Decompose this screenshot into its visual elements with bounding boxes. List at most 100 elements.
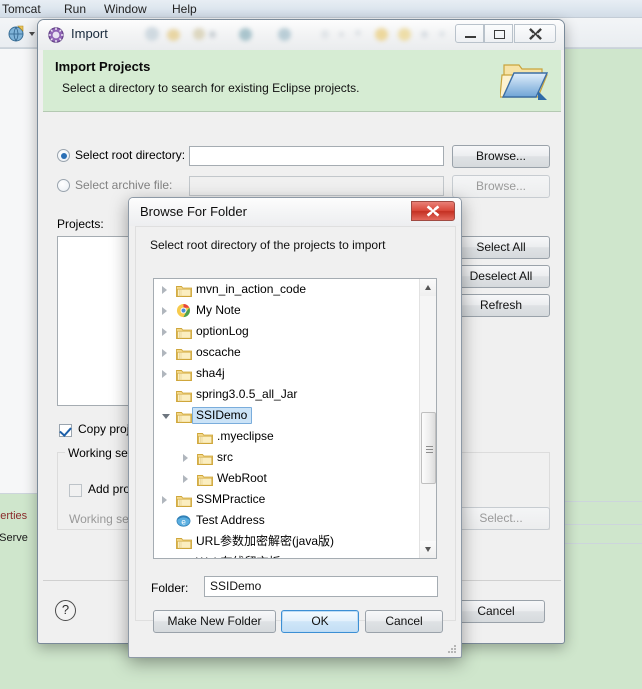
folder-icon: [197, 472, 213, 486]
maximize-icon: [494, 30, 505, 39]
projects-label: Projects:: [57, 217, 104, 231]
folder-icon: [176, 388, 192, 402]
eclipse-import-icon: [48, 27, 64, 43]
scroll-up-button[interactable]: [420, 279, 436, 296]
import-maximize-button[interactable]: [484, 24, 513, 43]
folder-tree-item-label: spring3.0.5_all_Jar: [196, 387, 298, 401]
folder-tree-item[interactable]: optionLog: [154, 321, 420, 342]
folder-tree-item[interactable]: mvn_in_action_code: [154, 279, 420, 300]
scroll-thumb[interactable]: [421, 412, 436, 484]
menu-window[interactable]: Window: [104, 2, 147, 16]
add-project-to-working-sets-label: Add proj: [88, 482, 133, 496]
folder-tree-item-label: optionLog: [196, 324, 249, 338]
import-dialog-titlebar[interactable]: Import: [38, 20, 564, 50]
close-icon: [529, 28, 542, 40]
minimize-icon: [465, 36, 476, 38]
ie-shortcut-icon: e: [176, 513, 192, 527]
resize-grip-icon[interactable]: [447, 644, 457, 654]
help-button[interactable]: ?: [55, 600, 76, 621]
ide-panel-divider-3: [560, 524, 642, 525]
scroll-down-icon: [425, 547, 431, 552]
folder-tree-item[interactable]: WebRoot: [154, 468, 420, 489]
svg-text:e: e: [181, 517, 186, 526]
folder-tree-item[interactable]: SSIDemo: [154, 405, 420, 426]
ide-bg-text-servers: 0 Serve: [0, 532, 28, 544]
folder-tree-item[interactable]: .myeclipse: [154, 426, 420, 447]
root-directory-input[interactable]: [189, 146, 444, 166]
chevron-right-icon[interactable]: [183, 475, 188, 483]
import-close-button[interactable]: [514, 24, 556, 43]
menu-help[interactable]: Help: [172, 2, 197, 16]
archive-file-input: [189, 176, 444, 196]
folder-field-label: Folder:: [151, 581, 189, 595]
make-new-folder-button[interactable]: Make New Folder: [153, 610, 276, 633]
folder-tree-item-label: sha4j: [196, 366, 225, 380]
menu-tomcat[interactable]: Tomcat: [2, 2, 41, 16]
folder-tree-item[interactable]: My Note: [154, 300, 420, 321]
folder-icon: [176, 535, 192, 549]
folder-tree-item[interactable]: src: [154, 447, 420, 468]
screen: Tomcat Run Window Help operties 0 Serve: [0, 0, 642, 689]
select-root-directory-radio[interactable]: [57, 149, 70, 162]
menu-run[interactable]: Run: [64, 2, 86, 16]
folder-tree-item[interactable]: oscache: [154, 342, 420, 363]
folder-icon: [197, 451, 213, 465]
chevron-right-icon[interactable]: [162, 349, 167, 357]
chevron-right-icon[interactable]: [162, 328, 167, 336]
folder-tree-item-label: SSIDemo: [196, 408, 248, 422]
chevron-down-icon[interactable]: [162, 414, 170, 419]
browse-for-folder-dialog: Browse For Folder Select root directory …: [128, 197, 462, 658]
folder-tree-item-label: WebRoot: [217, 471, 267, 485]
chevron-right-icon[interactable]: [162, 307, 167, 315]
folder-tree-item[interactable]: SSMPractice: [154, 489, 420, 510]
chevron-right-icon[interactable]: [183, 454, 188, 462]
folder-icon: [176, 346, 192, 360]
folder-tree-scrollbar[interactable]: [419, 279, 436, 558]
select-root-directory-label: Select root directory:: [75, 148, 186, 162]
folder-tree-item-label: Test Address: [196, 513, 265, 527]
folder-tree-item[interactable]: e Test Address: [154, 510, 420, 531]
blurred-toolbar-icons: [143, 26, 445, 44]
import-banner-subtitle: Select a directory to search for existin…: [62, 81, 360, 95]
chrome-icon: [176, 303, 192, 318]
folder-icon: [176, 325, 192, 339]
copy-projects-checkbox[interactable]: [59, 424, 72, 437]
folder-icon: [176, 556, 192, 558]
folder-tree-item[interactable]: Web在线留言板: [154, 552, 420, 558]
toolbar-dropdown-caret-icon[interactable]: [29, 32, 35, 36]
import-dialog-title: Import: [71, 26, 108, 41]
folder-tree-item-label: SSMPractice: [196, 492, 266, 506]
folder-tree-item[interactable]: spring3.0.5_all_Jar: [154, 384, 420, 405]
ide-bg-text-properties: operties: [0, 510, 28, 522]
archive-file-browse-button: Browse...: [452, 175, 550, 198]
folder-name-input[interactable]: SSIDemo: [204, 576, 438, 597]
close-icon: [426, 205, 440, 217]
browse-dialog-titlebar[interactable]: Browse For Folder: [129, 198, 461, 226]
folder-tree-item-label: oscache: [196, 345, 241, 359]
select-all-button[interactable]: Select All: [452, 236, 550, 259]
folder-tree-rows: mvn_in_action_code My Note optionLog oscach…: [154, 279, 420, 558]
import-minimize-button[interactable]: [455, 24, 484, 43]
folder-tree[interactable]: mvn_in_action_code My Note optionLog oscach…: [153, 278, 437, 559]
folder-tree-item-label: mvn_in_action_code: [196, 282, 307, 296]
chevron-right-icon[interactable]: [162, 370, 167, 378]
deselect-all-button[interactable]: Deselect All: [452, 265, 550, 288]
browse-dialog-close-button[interactable]: [411, 201, 455, 221]
browse-dialog-title: Browse For Folder: [140, 204, 247, 219]
browse-cancel-button[interactable]: Cancel: [365, 610, 443, 633]
select-archive-file-radio[interactable]: [57, 179, 70, 192]
chevron-right-icon[interactable]: [162, 286, 167, 294]
browse-ok-button[interactable]: OK: [281, 610, 359, 633]
folder-tree-item[interactable]: sha4j: [154, 363, 420, 384]
scroll-up-icon: [425, 285, 431, 290]
chevron-right-icon[interactable]: [162, 496, 167, 504]
scroll-down-button[interactable]: [420, 541, 436, 558]
folder-tree-item-label: Web在线留言板: [196, 552, 280, 558]
root-directory-browse-button[interactable]: Browse...: [452, 145, 550, 168]
globe-project-icon[interactable]: [8, 24, 26, 42]
import-banner: Import Projects Select a directory to se…: [43, 50, 561, 112]
folder-icon: [176, 283, 192, 297]
folder-icon: [176, 367, 192, 381]
refresh-button[interactable]: Refresh: [452, 294, 550, 317]
folder-tree-item[interactable]: URL参数加密解密(java版): [154, 531, 420, 552]
